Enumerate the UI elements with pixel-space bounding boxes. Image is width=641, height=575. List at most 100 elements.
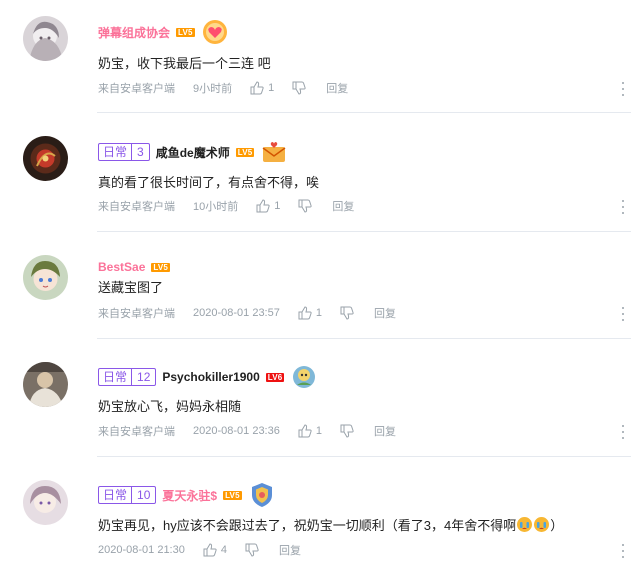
comment-text: 奶宝再见，hy应该不会跟过去了，祝奶宝一切顺利（看了3，4年舍不得啊 ）	[98, 516, 563, 535]
like-count: 1	[268, 82, 275, 94]
like-button[interactable]: 1	[298, 424, 322, 438]
letter-envelope-icon	[260, 138, 288, 166]
comment-meta: 来自安卓客户端 2020-08-01 23:57 1 回复	[98, 305, 396, 321]
avatar[interactable]	[23, 480, 68, 525]
divider	[97, 112, 631, 113]
thumbs-down-icon	[340, 424, 354, 438]
fan-medal[interactable]: 日常 3	[98, 143, 150, 161]
comment-text: 奶宝放心飞，妈妈永相随	[98, 399, 242, 414]
fan-medal-level: 3	[131, 144, 149, 160]
comment-meta: 来自安卓客户端 2020-08-01 23:36 1 回复	[98, 423, 396, 439]
crying-emote-icon	[516, 516, 533, 533]
thumbs-up-icon	[256, 199, 270, 213]
fan-medal-name: 日常	[103, 488, 128, 502]
username[interactable]: BestSae	[98, 260, 145, 274]
level-badge: LV5	[223, 490, 242, 500]
like-count: 1	[315, 425, 322, 437]
timestamp: 9小时前	[193, 83, 233, 95]
fan-medal-level: 12	[131, 369, 155, 385]
avatar[interactable]	[23, 362, 68, 407]
reply-button[interactable]: 回复	[279, 542, 301, 558]
fan-medal-level: 10	[131, 487, 155, 503]
robot-badge-icon	[290, 363, 318, 391]
dislike-button[interactable]	[340, 424, 354, 438]
heart-badge-icon	[201, 18, 229, 46]
reply-button[interactable]: 回复	[326, 80, 348, 96]
like-count: 4	[220, 544, 227, 556]
thumbs-up-icon	[298, 306, 312, 320]
more-options-icon[interactable]	[620, 307, 626, 321]
timestamp: 2020-08-01 23:57	[193, 307, 280, 319]
like-button[interactable]: 1	[256, 199, 280, 213]
comment-text-tail: ）	[550, 518, 564, 533]
level-badge: LV5	[235, 147, 255, 157]
dislike-button[interactable]	[298, 199, 312, 213]
fan-medal[interactable]: 日常 12	[98, 368, 157, 386]
divider	[97, 456, 631, 457]
dislike-button[interactable]	[245, 543, 259, 557]
comment-meta: 2020-08-01 21:30 4 回复	[98, 542, 301, 558]
comment-text: 奶宝，收下我最后一个三连 吧	[98, 56, 271, 71]
like-button[interactable]: 1	[250, 81, 274, 95]
thumbs-up-icon	[250, 81, 264, 95]
fan-medal-name: 日常	[103, 370, 128, 384]
like-count: 1	[274, 200, 281, 212]
like-button[interactable]: 4	[203, 543, 227, 557]
dislike-button[interactable]	[292, 81, 306, 95]
more-options-icon[interactable]	[620, 200, 626, 214]
username[interactable]: 夏天永驻$	[162, 487, 217, 504]
username[interactable]: 弹幕组成协会	[98, 24, 170, 41]
reply-button[interactable]: 回复	[332, 198, 354, 214]
shield-badge-icon	[248, 481, 276, 509]
thumbs-down-icon	[245, 543, 259, 557]
timestamp: 2020-08-01 21:30	[98, 544, 185, 556]
timestamp: 10小时前	[193, 201, 239, 213]
timestamp: 2020-08-01 23:36	[193, 425, 280, 437]
crying-emote-icon	[533, 516, 550, 533]
fan-medal[interactable]: 日常 10	[98, 486, 157, 504]
avatar[interactable]	[23, 255, 68, 300]
more-options-icon[interactable]	[620, 82, 626, 96]
username[interactable]: Psychokiller1900	[162, 370, 259, 384]
dislike-button[interactable]	[340, 306, 354, 320]
avatar-anime-character-icon	[23, 255, 68, 300]
thumbs-up-icon	[298, 424, 312, 438]
divider	[97, 231, 631, 232]
avatar-anime-girl-icon	[23, 16, 68, 61]
more-options-icon[interactable]	[620, 425, 626, 439]
comment-text: 真的看了很长时间了，有点舍不得，唉	[98, 175, 320, 190]
level-badge: LV5	[176, 27, 195, 37]
thumbs-up-icon	[203, 543, 217, 557]
avatar-photo-icon	[23, 362, 68, 407]
comment-text-main: 奶宝再见，hy应该不会跟过去了，祝奶宝一切顺利（看了3，4年舍不得啊	[98, 518, 517, 533]
fan-medal-name: 日常	[103, 145, 128, 159]
source-label: 来自安卓客户端	[98, 426, 175, 438]
source-label: 来自安卓客户端	[98, 83, 175, 95]
comment-header: BestSae LV5	[98, 256, 171, 278]
comment-header: 日常 3 咸鱼de魔术师 LV5	[98, 141, 288, 163]
source-label: 来自安卓客户端	[98, 201, 175, 213]
thumbs-down-icon	[298, 199, 312, 213]
avatar[interactable]	[23, 16, 68, 61]
like-button[interactable]: 1	[298, 306, 322, 320]
comment-meta: 来自安卓客户端 9小时前 1 回复	[98, 80, 348, 96]
divider	[97, 338, 631, 339]
comment-text: 送藏宝图了	[98, 280, 164, 295]
avatar-anime-girl-icon	[23, 480, 68, 525]
reply-button[interactable]: 回复	[374, 423, 396, 439]
more-options-icon[interactable]	[620, 544, 626, 558]
level-badge: LV5	[151, 262, 171, 272]
comment-header: 弹幕组成协会 LV5	[98, 18, 229, 46]
source-label: 来自安卓客户端	[98, 308, 175, 320]
avatar-dark-emblem-icon	[23, 136, 68, 181]
username[interactable]: 咸鱼de魔术师	[156, 144, 230, 161]
thumbs-down-icon	[292, 81, 306, 95]
like-count: 1	[315, 307, 322, 319]
avatar[interactable]	[23, 136, 68, 181]
thumbs-down-icon	[340, 306, 354, 320]
comment-meta: 来自安卓客户端 10小时前 1 回复	[98, 198, 354, 214]
comment-header: 日常 10 夏天永驻$ LV5	[98, 481, 276, 509]
reply-button[interactable]: 回复	[374, 305, 396, 321]
level-badge: LV6	[265, 372, 285, 382]
comment-header: 日常 12 Psychokiller1900 LV6	[98, 366, 318, 388]
